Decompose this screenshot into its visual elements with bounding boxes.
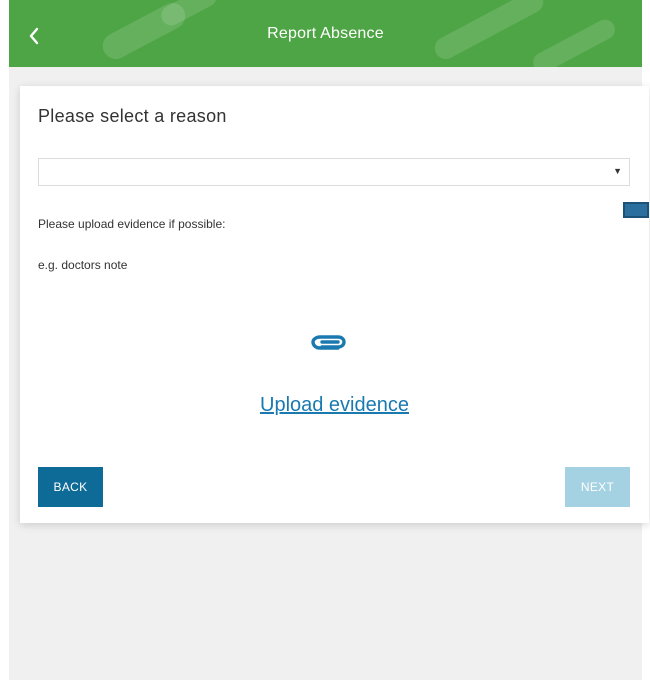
app-header: Report Absence (9, 0, 642, 67)
upload-evidence-link[interactable]: Upload evidence (20, 394, 649, 417)
floating-marker (623, 202, 649, 218)
paperclip-icon[interactable] (308, 330, 348, 354)
header-decoration (430, 0, 548, 63)
back-button[interactable]: BACK (38, 467, 103, 507)
left-edge-strip (0, 0, 9, 680)
app-screen: Report Absence Please select a reason ▼ … (0, 0, 650, 680)
report-absence-card: Please select a reason ▼ Please upload e… (20, 86, 649, 523)
upload-example-text: e.g. doctors note (38, 258, 128, 272)
next-button[interactable]: NEXT (565, 467, 630, 507)
back-nav-button[interactable] (22, 21, 46, 51)
upload-prompt-text: Please upload evidence if possible: (38, 217, 226, 231)
header-decoration (529, 16, 619, 67)
reason-select[interactable]: ▼ (38, 158, 630, 186)
reason-heading: Please select a reason (38, 106, 227, 126)
chevron-left-icon (29, 27, 39, 45)
caret-down-icon: ▼ (613, 166, 622, 176)
